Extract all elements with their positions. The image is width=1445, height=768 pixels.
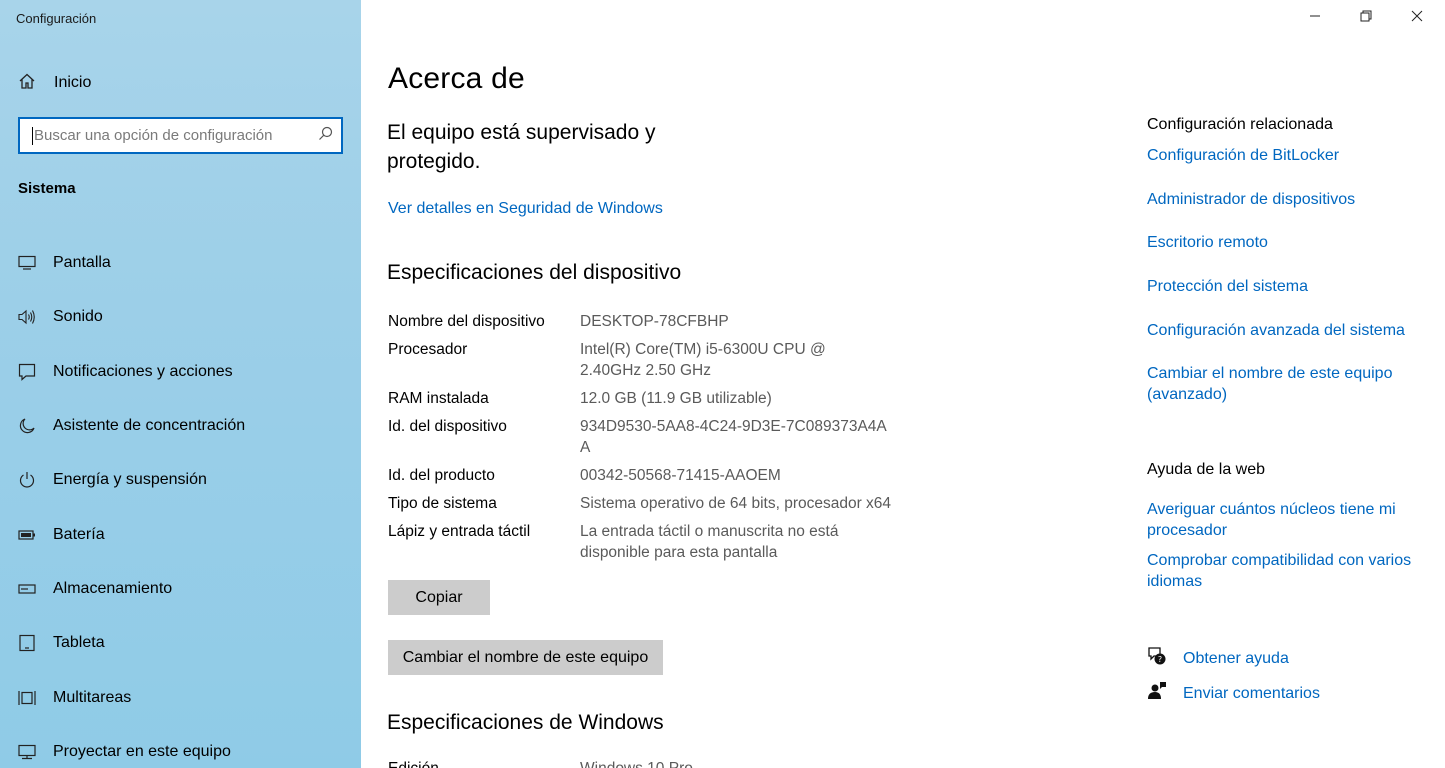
- restore-button[interactable]: [1341, 0, 1391, 36]
- spec-row: EdiciónWindows 10 Pro: [388, 760, 693, 768]
- spec-label: Lápiz y entrada táctil: [388, 523, 531, 540]
- sidebar-item-label: Sonido: [53, 308, 103, 326]
- spec-label: RAM instalada: [388, 390, 489, 407]
- spec-label: Id. del dispositivo: [388, 418, 507, 435]
- copy-button[interactable]: Copiar: [388, 580, 490, 615]
- sidebar-item-label: Notificaciones y acciones: [53, 362, 233, 380]
- spec-value: DESKTOP-78CFBHP: [580, 313, 729, 330]
- close-icon: [1411, 9, 1423, 27]
- feedback-label: Enviar comentarios: [1183, 684, 1320, 702]
- home-icon: [18, 72, 36, 95]
- spec-row: Procesador Intel(R) Core(TM) i5-6300U CP…: [388, 339, 948, 381]
- sidebar-nav: Pantalla Sonido Notificaciones y accione…: [0, 236, 361, 768]
- project-icon: [18, 743, 36, 761]
- sidebar-item-sonido[interactable]: Sonido: [0, 290, 361, 344]
- minimize-button[interactable]: [1290, 0, 1340, 36]
- spec-value: Sistema operativo de 64 bits, procesador…: [580, 495, 892, 512]
- sidebar-item-label: Pantalla: [53, 254, 111, 272]
- remote-desktop-link[interactable]: Escritorio remoto: [1147, 232, 1427, 253]
- security-details-link[interactable]: Ver detalles en Seguridad de Windows: [388, 200, 663, 218]
- web-help-heading: Ayuda de la web: [1147, 461, 1266, 478]
- spec-label: Tipo de sistema: [388, 495, 497, 512]
- spec-row: Id. del dispositivo 934D9530-5AA8-4C24-9…: [388, 416, 948, 458]
- spec-label: Id. del producto: [388, 467, 495, 484]
- tablet-icon: [18, 634, 36, 652]
- feedback-person-icon: [1147, 681, 1167, 706]
- sidebar: Configuración Inicio Sistema Pantalla So…: [0, 0, 361, 768]
- main-content: Acerca de El equipo está supervisado y p…: [387, 0, 1107, 768]
- spec-label: Edición: [388, 760, 580, 768]
- sidebar-item-bateria[interactable]: Batería: [0, 507, 361, 561]
- sidebar-item-label: Asistente de concentración: [53, 417, 246, 435]
- cores-help-link[interactable]: Averiguar cuántos núcleos tiene mi proce…: [1147, 499, 1407, 541]
- device-manager-link[interactable]: Administrador de dispositivos: [1147, 189, 1427, 210]
- home-nav[interactable]: Inicio: [18, 70, 91, 96]
- advanced-system-link[interactable]: Configuración avanzada del sistema: [1147, 320, 1427, 341]
- device-specs-heading: Especificaciones del dispositivo: [387, 261, 682, 284]
- spec-value: Intel(R) Core(TM) i5-6300U CPU @ 2.40GHz…: [580, 341, 826, 379]
- monitor-icon: [18, 254, 36, 272]
- get-help-label: Obtener ayuda: [1183, 649, 1289, 667]
- rename-pc-button[interactable]: Cambiar el nombre de este equipo: [388, 640, 663, 675]
- spec-value: 934D9530-5AA8-4C24-9D3E-7C089373A4AA: [580, 418, 887, 456]
- sidebar-item-label: Almacenamiento: [53, 579, 173, 597]
- sidebar-item-multitareas[interactable]: Multitareas: [0, 670, 361, 724]
- sidebar-item-notificaciones[interactable]: Notificaciones y acciones: [0, 345, 361, 399]
- windows-specs-heading: Especificaciones de Windows: [387, 711, 664, 734]
- sidebar-item-label: Batería: [53, 525, 105, 543]
- help-chat-icon: ?: [1147, 646, 1167, 671]
- spec-value: Windows 10 Pro: [580, 760, 693, 768]
- sidebar-item-pantalla[interactable]: Pantalla: [0, 236, 361, 290]
- battery-icon: [18, 526, 36, 544]
- text-caret: [32, 126, 33, 145]
- home-label: Inicio: [54, 74, 92, 91]
- spec-row: Tipo de sistema Sistema operativo de 64 …: [388, 493, 948, 514]
- window-title: Configuración: [16, 11, 97, 26]
- search-icon[interactable]: [318, 126, 333, 146]
- search-box[interactable]: [18, 117, 343, 154]
- spec-row: Id. del producto 00342-50568-71415-AAOEM: [388, 465, 948, 486]
- spec-value: 00342-50568-71415-AAOEM: [580, 467, 781, 484]
- restore-icon: [1360, 9, 1372, 27]
- svg-text:?: ?: [1158, 655, 1162, 664]
- related-settings-heading: Configuración relacionada: [1147, 116, 1333, 133]
- speaker-icon: [18, 308, 36, 326]
- spec-row: Lápiz y entrada táctil La entrada táctil…: [388, 521, 948, 563]
- device-specs-table: Nombre del dispositivo DESKTOP-78CFBHP P…: [388, 311, 948, 570]
- sidebar-item-label: Tableta: [53, 634, 105, 652]
- protection-status: El equipo está supervisado y protegido.: [387, 121, 656, 173]
- section-heading: Sistema: [18, 180, 76, 197]
- sidebar-item-almacenamiento[interactable]: Almacenamiento: [0, 562, 361, 616]
- system-protection-link[interactable]: Protección del sistema: [1147, 276, 1427, 297]
- spec-row: RAM instalada 12.0 GB (11.9 GB utilizabl…: [388, 388, 948, 409]
- search-input[interactable]: [34, 127, 318, 144]
- page-title: Acerca de: [388, 62, 525, 95]
- spec-value: 12.0 GB (11.9 GB utilizable): [580, 390, 772, 407]
- sidebar-item-label: Proyectar en este equipo: [53, 742, 231, 760]
- notification-icon: [18, 363, 36, 381]
- sidebar-item-tableta[interactable]: Tableta: [0, 616, 361, 670]
- minimize-icon: [1309, 9, 1321, 27]
- language-help-link[interactable]: Comprobar compatibilidad con varios idio…: [1147, 550, 1427, 592]
- close-button[interactable]: [1392, 0, 1442, 36]
- spec-label: Procesador: [388, 341, 468, 358]
- spec-value: La entrada táctil o manuscrita no está d…: [580, 523, 839, 561]
- sidebar-item-proyectar[interactable]: Proyectar en este equipo: [0, 725, 361, 768]
- sidebar-item-concentracion[interactable]: Asistente de concentración: [0, 399, 361, 453]
- power-icon: [18, 471, 36, 489]
- get-help-link[interactable]: ? Obtener ayuda: [1147, 646, 1289, 671]
- spec-row: Nombre del dispositivo DESKTOP-78CFBHP: [388, 311, 948, 332]
- moon-icon: [18, 417, 36, 435]
- send-feedback-link[interactable]: Enviar comentarios: [1147, 681, 1320, 706]
- rename-advanced-link[interactable]: Cambiar el nombre de este equipo (avanza…: [1147, 363, 1402, 405]
- spec-label: Nombre del dispositivo: [388, 313, 545, 330]
- sidebar-item-label: Energía y suspensión: [53, 471, 207, 489]
- storage-icon: [18, 580, 36, 598]
- sidebar-item-energia[interactable]: Energía y suspensión: [0, 453, 361, 507]
- bitlocker-link[interactable]: Configuración de BitLocker: [1147, 145, 1427, 166]
- multitask-icon: [18, 689, 36, 707]
- sidebar-item-label: Multitareas: [53, 688, 132, 706]
